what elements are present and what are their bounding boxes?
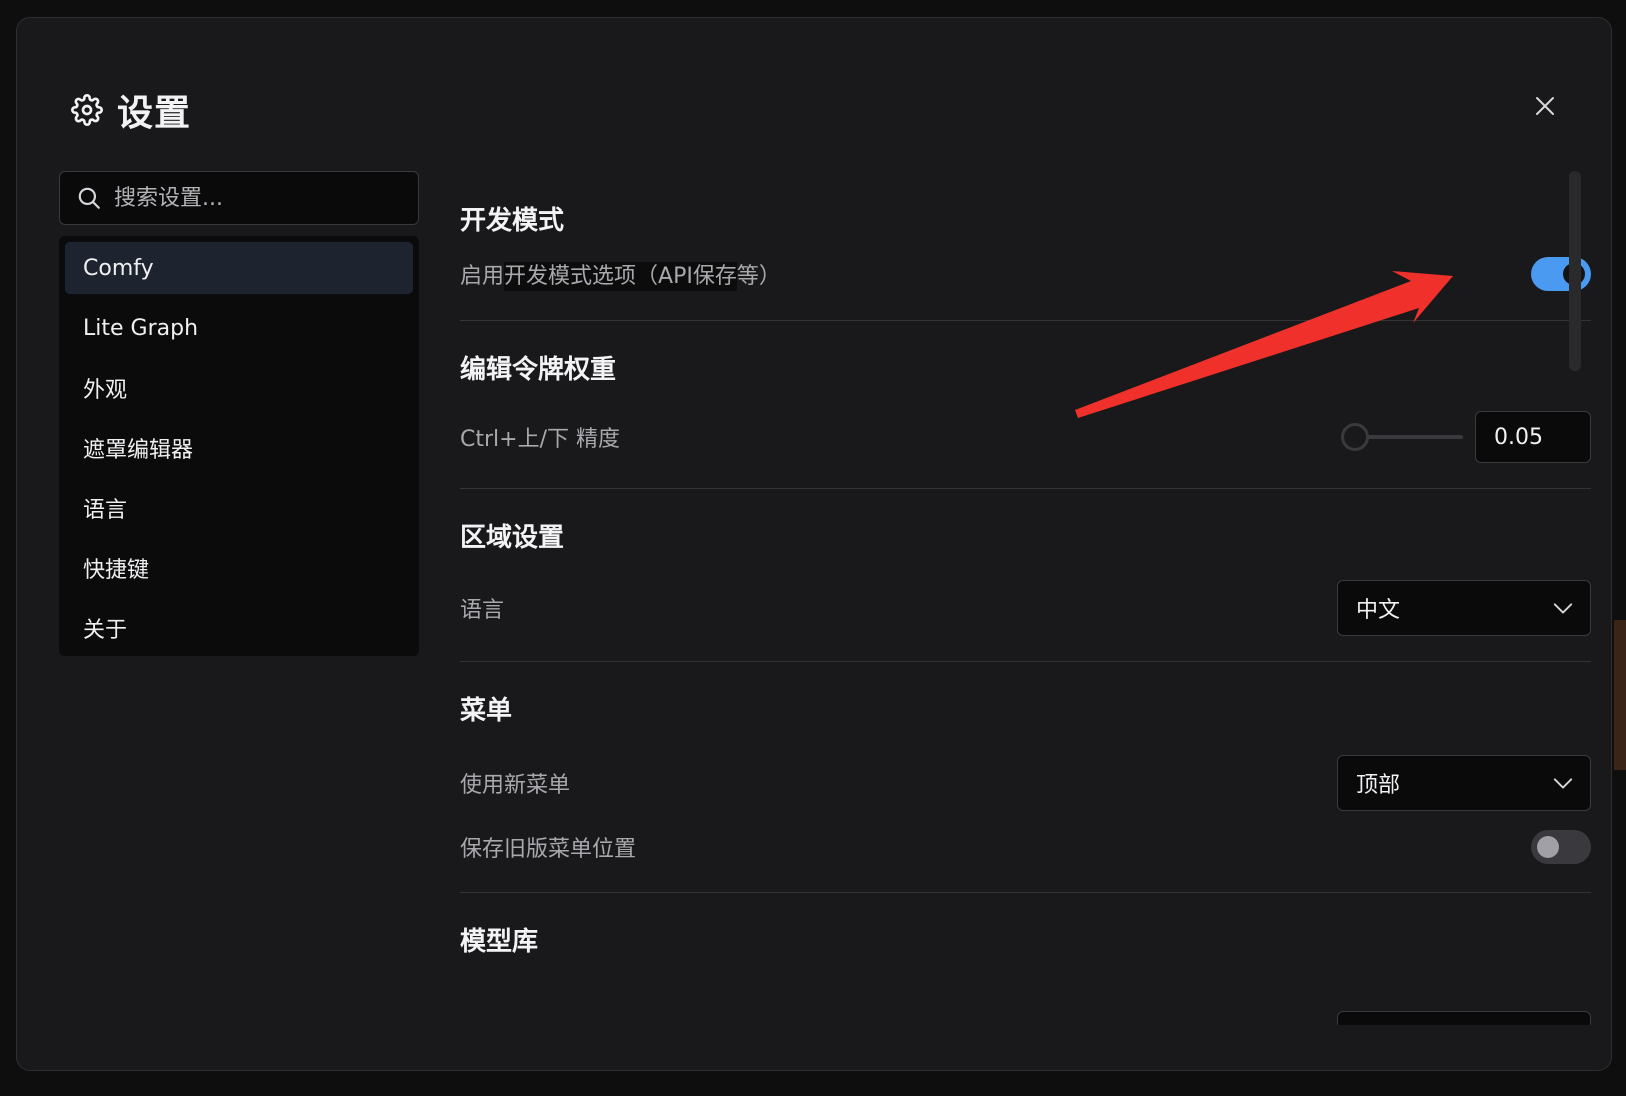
sidebar-item-label: 外观 xyxy=(83,378,128,403)
precision-slider[interactable] xyxy=(1341,422,1463,452)
section-dev-mode: 开发模式 启用开发模式选项（API保存等） xyxy=(460,178,1591,321)
sidebar-item-mask-editor[interactable]: 遮罩编辑器 xyxy=(65,422,413,474)
dialog-title: 设置 xyxy=(117,93,192,134)
setting-row-save-legacy-menu: 保存旧版菜单位置 xyxy=(460,812,1591,882)
section-model-library: 模型库 xyxy=(460,893,1591,1033)
precision-input[interactable]: 0.05 xyxy=(1475,411,1591,463)
setting-row-dev-mode: 启用开发模式选项（API保存等） xyxy=(460,254,1591,294)
section-title: 开发模式 xyxy=(460,206,565,236)
settings-content: 开发模式 启用开发模式选项（API保存等） 编辑令牌权重 Ctrl+上/下 精度 xyxy=(460,178,1591,1033)
sidebar-item-label: Comfy xyxy=(83,255,154,281)
sidebar-item-label: 快捷键 xyxy=(83,558,150,583)
sidebar-item-lite-graph[interactable]: Lite Graph xyxy=(65,302,413,354)
toggle-knob xyxy=(1537,836,1559,858)
save-legacy-menu-toggle[interactable] xyxy=(1531,830,1591,864)
new-menu-select[interactable]: 顶部 xyxy=(1337,755,1591,811)
model-library-select[interactable] xyxy=(1337,1011,1591,1025)
sidebar-item-label: Lite Graph xyxy=(83,315,199,341)
section-locale: 区域设置 语言 中文 xyxy=(460,489,1591,662)
section-title: 菜单 xyxy=(460,696,513,726)
dev-mode-toggle[interactable] xyxy=(1531,257,1591,291)
setting-label: 使用新菜单 xyxy=(460,773,571,798)
language-select[interactable]: 中文 xyxy=(1337,580,1591,636)
setting-label: 启用开发模式选项（API保存等） xyxy=(460,262,781,291)
section-menu: 菜单 使用新菜单 顶部 保存旧版菜单位置 xyxy=(460,662,1591,893)
search-box xyxy=(59,171,419,225)
sidebar-item-label: 语言 xyxy=(83,498,128,523)
sidebar-item-comfy[interactable]: Comfy xyxy=(65,242,413,294)
setting-label: 保存旧版菜单位置 xyxy=(460,837,637,862)
chevron-down-icon xyxy=(1553,778,1573,789)
select-value: 中文 xyxy=(1356,598,1401,623)
sidebar-item-appearance[interactable]: 外观 xyxy=(65,362,413,414)
sidebar-item-label: 关于 xyxy=(83,618,128,643)
gear-icon xyxy=(71,94,103,126)
setting-row-token-precision: Ctrl+上/下 精度 0.05 xyxy=(460,409,1591,465)
dialog-header: 设置 xyxy=(71,84,191,136)
slider-thumb[interactable] xyxy=(1341,423,1369,451)
chevron-down-icon xyxy=(1553,603,1573,614)
select-value: 顶部 xyxy=(1356,773,1401,798)
section-title: 模型库 xyxy=(460,927,539,957)
sidebar-item-keybinding[interactable]: 快捷键 xyxy=(65,542,413,594)
section-token-weight: 编辑令牌权重 Ctrl+上/下 精度 0.05 xyxy=(460,321,1591,489)
settings-sidebar: Comfy Lite Graph 外观 遮罩编辑器 语言 快捷键 关于 xyxy=(59,236,419,656)
setting-row-language: 语言 中文 xyxy=(460,579,1591,637)
sidebar-item-label: 遮罩编辑器 xyxy=(83,438,194,463)
section-title: 编辑令牌权重 xyxy=(460,355,617,385)
background-canvas-peek xyxy=(1614,620,1626,770)
settings-dialog: 设置 Comfy Lite Graph 外观 遮罩编辑器 语言 快捷键 xyxy=(16,17,1612,1071)
setting-label: 语言 xyxy=(460,598,505,623)
search-icon xyxy=(78,187,100,209)
setting-row-model-partial xyxy=(460,985,1591,1025)
sidebar-item-language[interactable]: 语言 xyxy=(65,482,413,534)
precision-control: 0.05 xyxy=(1341,411,1591,463)
close-button[interactable] xyxy=(1523,84,1567,128)
setting-label: Ctrl+上/下 精度 xyxy=(460,427,620,452)
close-icon xyxy=(1536,97,1554,115)
content-scrollbar[interactable] xyxy=(1569,171,1581,371)
section-title: 区域设置 xyxy=(460,523,565,553)
search-input[interactable] xyxy=(114,185,418,211)
setting-row-new-menu: 使用新菜单 顶部 xyxy=(460,754,1591,812)
sidebar-item-about[interactable]: 关于 xyxy=(65,602,413,654)
